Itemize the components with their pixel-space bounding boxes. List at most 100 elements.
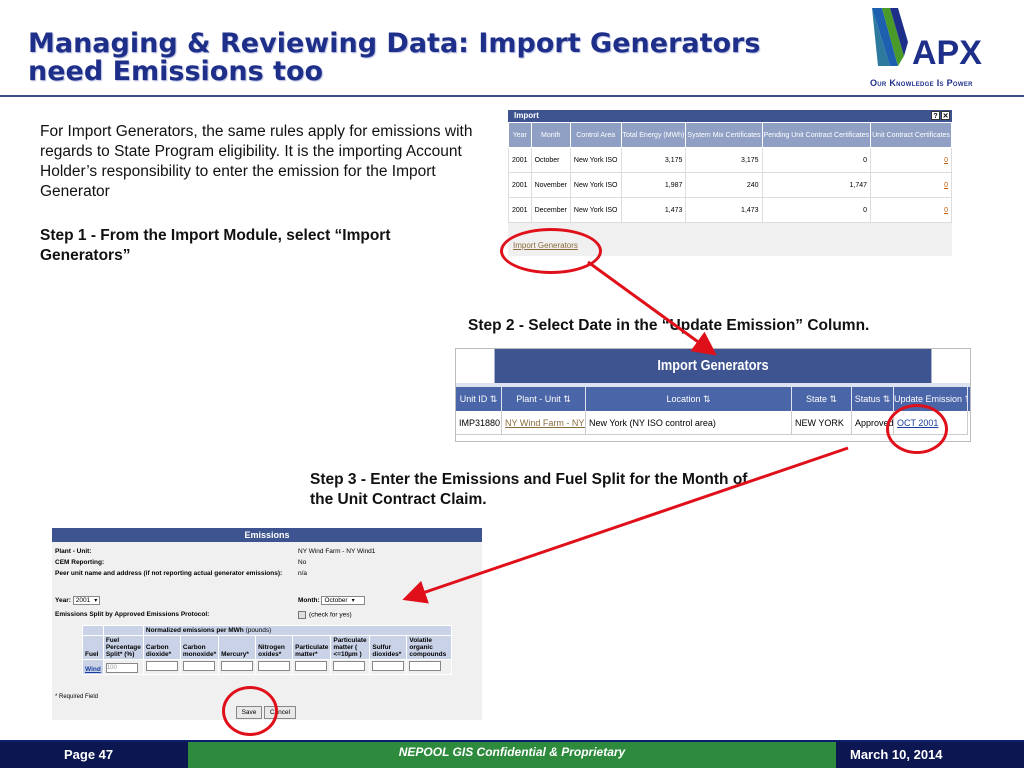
fuel-pct-col: Fuel Percentage Split* (%) xyxy=(102,635,144,660)
peer-label: Peer unit name and address (if not repor… xyxy=(55,570,283,577)
sort-icon: ⇅ xyxy=(489,394,498,404)
close-icon[interactable]: ✕ xyxy=(941,111,950,120)
so2-input[interactable] xyxy=(372,661,405,671)
norm-header: Normalized emissions per MWh (pounds) xyxy=(142,625,453,636)
cell-total-energy: 1,473 xyxy=(620,197,687,223)
sort-icon: ⇅ xyxy=(882,394,891,404)
col-control-area: Control Area xyxy=(569,122,622,148)
split-label: Emissions Split by Approved Emissions Pr… xyxy=(55,611,210,618)
col-pending-unit: Pending Unit Contract Certificates xyxy=(761,122,872,148)
cell-state: NEW YORK xyxy=(792,411,852,435)
unit-contract-link[interactable]: 0 xyxy=(870,147,952,173)
pm10-col: Particulate matter ( <=10µm ) xyxy=(330,635,371,660)
cem-value: No xyxy=(298,559,307,566)
cell-total-energy: 3,175 xyxy=(620,147,687,173)
cell-system-mix: 1,473 xyxy=(685,197,763,223)
help-icon[interactable]: ? xyxy=(931,111,940,120)
mercury-input[interactable] xyxy=(221,661,254,671)
col-status-label: Status xyxy=(854,394,881,404)
col-unit-contract: Unit Contract Certificates xyxy=(870,122,952,148)
cell-control-area: New York ISO xyxy=(569,147,622,173)
logo-text: APX xyxy=(912,34,982,72)
footer-confidential: NEPOOL GIS Confidential & Proprietary xyxy=(188,742,836,768)
co-input[interactable] xyxy=(182,661,215,671)
annotation-circle xyxy=(500,228,602,274)
cell-system-mix: 3,175 xyxy=(685,147,763,173)
cell-control-area: New York ISO xyxy=(569,197,622,223)
fuel-col: Fuel xyxy=(82,635,104,660)
col-total-energy: Total Energy (MWh) xyxy=(620,122,687,148)
plant-unit-value: NY Wind Farm - NY Wind1 xyxy=(298,548,376,555)
year-label: Year: xyxy=(55,597,71,605)
sort-icon: ⇅ xyxy=(703,394,711,404)
plant-unit-link[interactable]: NY Wind Farm - NY Wind1 xyxy=(502,411,586,435)
col-status[interactable]: Status ⇅ xyxy=(852,387,894,411)
unit-contract-link[interactable]: 0 xyxy=(870,172,952,198)
col-state-label: State xyxy=(805,394,827,404)
cell-month: November xyxy=(530,172,571,198)
cell-unit-id: IMP31880 xyxy=(456,411,502,435)
sort-icon: ⇅ xyxy=(563,394,571,404)
voc-input[interactable] xyxy=(409,661,442,671)
import-generators-title: Import Generators xyxy=(494,349,932,383)
table-row: 2001 November New York ISO 1,987 240 1,7… xyxy=(508,172,952,198)
co2-col: Carbon dioxide* xyxy=(142,635,181,660)
check-label: (check for yes) xyxy=(309,611,352,619)
col-unit-id[interactable]: Unit ID ⇅ xyxy=(456,387,502,411)
unit-contract-link[interactable]: 0 xyxy=(870,197,952,223)
import-panel-header: Import ? ✕ xyxy=(508,110,952,122)
col-plant-unit-label: Plant - Unit xyxy=(516,394,561,404)
table-row: 2001 December New York ISO 1,473 1,473 0… xyxy=(508,197,952,223)
so2-col: Sulfur dioxides* xyxy=(369,635,408,660)
sort-icon: ⇅ xyxy=(829,394,838,404)
logo-tagline: Our Knowledge Is Power xyxy=(870,78,973,88)
import-table: Year Month Control Area Total Energy (MW… xyxy=(508,122,952,223)
annotation-circle xyxy=(222,686,278,736)
col-update-emission-label: Update Emission xyxy=(894,394,963,404)
step-3-text: Step 3 - Enter the Emissions and Fuel Sp… xyxy=(310,471,748,508)
cell-control-area: New York ISO xyxy=(569,172,622,198)
col-plant-unit[interactable]: Plant - Unit ⇅ xyxy=(502,387,586,411)
cell-year: 2001 xyxy=(508,172,532,198)
col-unit-id-label: Unit ID xyxy=(459,394,488,404)
pm-col: Particulate matter* xyxy=(292,635,332,660)
cell-year: 2001 xyxy=(508,197,532,223)
month-select[interactable]: October xyxy=(321,596,366,605)
cell-pending: 1,747 xyxy=(761,172,872,198)
fuel-pct-input[interactable]: 100 xyxy=(105,663,138,673)
fuel-wind-link[interactable]: Wind xyxy=(82,659,104,675)
title-line-1: Managing & Reviewing Data: Import Genera… xyxy=(28,28,761,59)
cell-system-mix: 240 xyxy=(685,172,763,198)
mercury-col: Mercury* xyxy=(218,635,257,660)
title-rule xyxy=(0,95,1024,97)
nox-input[interactable] xyxy=(258,661,291,671)
voc-col: Volatile organic compounds xyxy=(406,635,453,660)
footer-date: March 10, 2014 xyxy=(836,742,1024,768)
emissions-title: Emissions xyxy=(52,528,482,542)
step-2-text: Step 2 - Select Date in the “Update Emis… xyxy=(468,317,870,334)
col-location[interactable]: Location ⇅ xyxy=(586,387,792,411)
import-panel-title: Import xyxy=(514,111,539,120)
body-text: For Import Generators, the same rules ap… xyxy=(40,123,473,200)
pm-input[interactable] xyxy=(295,661,328,671)
co2-input[interactable] xyxy=(145,661,178,671)
col-month: Month xyxy=(530,122,571,148)
emissions-table: Normalized emissions per MWh (pounds) Fu… xyxy=(82,625,453,675)
cell-pending: 0 xyxy=(761,147,872,173)
cell-location: New York (NY ISO control area) xyxy=(586,411,792,435)
col-year: Year xyxy=(508,122,532,148)
slide-title: Managing & Reviewing Data: Import Genera… xyxy=(28,30,828,86)
step-1-text: Step 1 - From the Import Module, select … xyxy=(40,227,391,264)
plant-unit-label: Plant - Unit: xyxy=(55,548,92,555)
year-select[interactable]: 2001 xyxy=(72,596,101,605)
col-state[interactable]: State ⇅ xyxy=(792,387,852,411)
nox-col: Nitrogen oxides* xyxy=(255,635,294,660)
cell-total-energy: 1,987 xyxy=(620,172,687,198)
cell-month: October xyxy=(530,147,571,173)
pm10-input[interactable] xyxy=(333,661,366,671)
required-note: * Required Field xyxy=(55,694,99,700)
sort-icon: ⇅ xyxy=(965,394,967,404)
table-row: Wind 100 xyxy=(82,659,453,675)
split-checkbox[interactable] xyxy=(298,611,306,619)
annotation-circle xyxy=(886,404,948,454)
